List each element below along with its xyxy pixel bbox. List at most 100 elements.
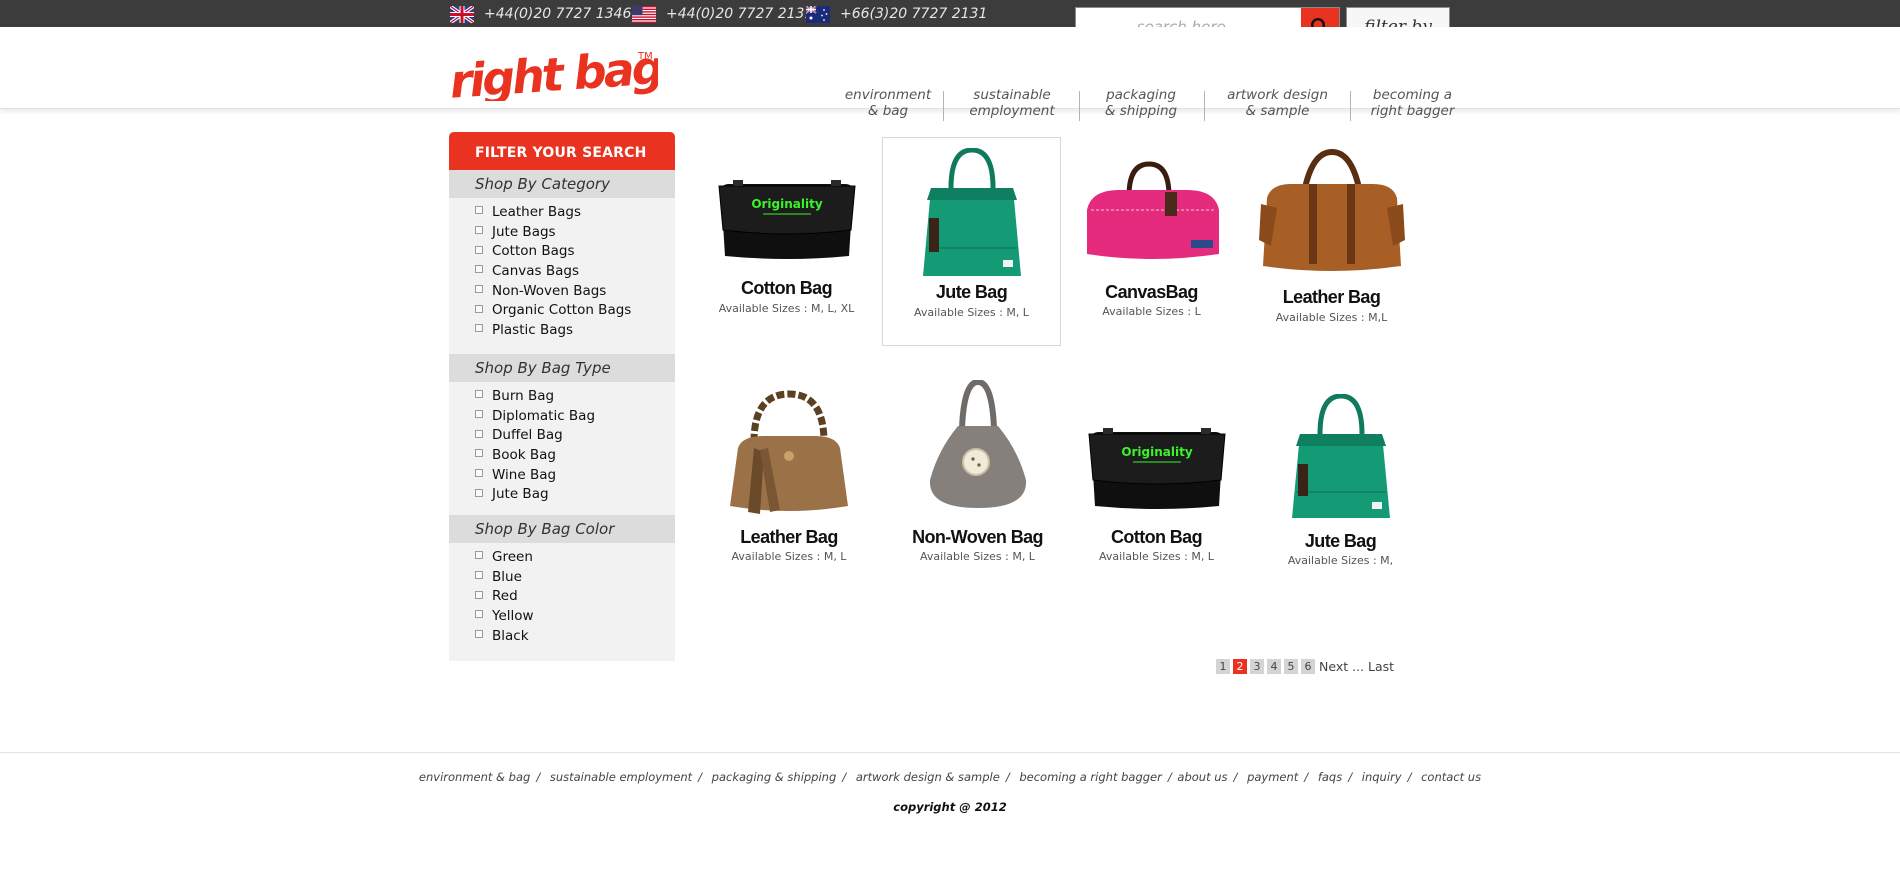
footer-link[interactable]: artwork design & sample — [856, 770, 1000, 784]
nav-artwork[interactable]: artwork design & sample — [1220, 87, 1335, 119]
checkbox[interactable] — [475, 429, 483, 438]
product-card[interactable]: Originality Cotton Bag Available Sizes :… — [1075, 380, 1238, 570]
filter-item[interactable]: Book Bag — [475, 445, 595, 465]
nav-divider — [1079, 91, 1080, 121]
filter-item[interactable]: Red — [475, 586, 534, 606]
product-sizes: Available Sizes : L — [1102, 305, 1201, 318]
product-sizes: Available Sizes : M, L — [1099, 550, 1214, 563]
checkbox[interactable] — [475, 245, 483, 254]
filter-item[interactable]: Canvas Bags — [475, 261, 631, 281]
pagination-ellipsis: ... — [1352, 659, 1365, 674]
phone-number: +44(0)20 7727 1346 — [484, 6, 632, 22]
checkbox[interactable] — [475, 390, 483, 399]
page-link[interactable]: 4 — [1267, 659, 1281, 674]
nav-environment[interactable]: environment & bag — [833, 87, 943, 119]
checkbox[interactable] — [475, 226, 483, 235]
pagination: 1 2 3 4 5 6 Next ... Last — [1216, 659, 1395, 674]
main-nav: environment & bag sustainable employment p… — [0, 57, 1900, 121]
filter-item[interactable]: Black — [475, 626, 534, 646]
product-name: Non-Woven Bag — [912, 527, 1043, 547]
filter-item[interactable]: Organic Cotton Bags — [475, 300, 631, 320]
tote-bag-image — [922, 148, 1021, 276]
filter-item[interactable]: Diplomatic Bag — [475, 406, 595, 426]
phone-number: +66(3)20 7727 2131 — [840, 6, 988, 22]
nav-divider — [1204, 91, 1205, 121]
last-link[interactable]: Last — [1367, 659, 1395, 674]
product-card[interactable]: Leather Bag Available Sizes : M,L — [1250, 140, 1413, 324]
filter-item[interactable]: Blue — [475, 567, 534, 587]
phone-uk: +44(0)20 7727 1346 — [450, 5, 631, 23]
checkbox[interactable] — [475, 206, 483, 215]
nav-becoming[interactable]: becoming a right bagger — [1360, 87, 1465, 119]
phone-au: +66(3)20 7727 2131 — [806, 5, 987, 23]
page-link[interactable]: 5 — [1284, 659, 1298, 674]
checkbox[interactable] — [475, 551, 483, 560]
filter-item[interactable]: Jute Bags — [475, 222, 631, 242]
nav-sustainable[interactable]: sustainable employment — [962, 87, 1062, 119]
product-sizes: Available Sizes : M, L, XL — [718, 302, 855, 315]
footer-link[interactable]: contact us — [1421, 770, 1481, 784]
filter-item[interactable]: Green — [475, 547, 534, 567]
checkbox[interactable] — [475, 449, 483, 458]
footer-link[interactable]: payment — [1247, 770, 1298, 784]
messenger-bag-image: Originality — [717, 180, 856, 259]
filter-item[interactable]: Jute Bag — [475, 484, 595, 504]
page-link[interactable]: 3 — [1250, 659, 1264, 674]
product-card[interactable]: Non-Woven Bag Available Sizes : M, L — [895, 380, 1060, 570]
checkbox[interactable] — [475, 488, 483, 497]
filter-item[interactable]: Non-Woven Bags — [475, 281, 631, 301]
us-flag-icon — [632, 5, 656, 23]
footer-divider — [0, 752, 1900, 753]
footer-nav: environment & bag / sustainable employmen… — [418, 770, 1482, 784]
product-name: Jute Bag — [1304, 531, 1377, 551]
page-link[interactable]: 6 — [1301, 659, 1315, 674]
product-card[interactable]: Jute Bag Available Sizes : M, L — [882, 137, 1061, 346]
filter-item[interactable]: Leather Bags — [475, 202, 631, 222]
filter-item[interactable]: Yellow — [475, 606, 534, 626]
filter-sidebar: FILTER YOUR SEARCH Shop By Category Leat… — [449, 132, 675, 661]
next-link[interactable]: Next — [1318, 659, 1349, 674]
filter-item[interactable]: Duffel Bag — [475, 425, 595, 445]
checkbox[interactable] — [475, 304, 483, 313]
checkbox[interactable] — [475, 469, 483, 478]
bag-print-text: Originality — [751, 197, 823, 211]
product-card[interactable]: Leather Bag Available Sizes : M, L — [705, 380, 873, 570]
felt-bag-image — [929, 380, 1026, 508]
product-sizes: Available Sizes : M, L — [914, 306, 1029, 319]
tote-bag-image — [1291, 394, 1390, 518]
page-link[interactable]: 1 — [1216, 659, 1230, 674]
product-card[interactable]: Originality Cotton Bag Available Sizes :… — [705, 140, 868, 320]
checkbox[interactable] — [475, 630, 483, 639]
footer-link[interactable]: faqs — [1318, 770, 1342, 784]
page-link-current[interactable]: 2 — [1233, 659, 1247, 674]
product-card[interactable]: CanvasBag Available Sizes : L — [1070, 140, 1233, 320]
product-name: Leather Bag — [1282, 287, 1381, 307]
product-name: Cotton Bag — [741, 278, 833, 298]
product-sizes: Available Sizes : M,L — [1275, 311, 1388, 324]
filter-item[interactable]: Plastic Bags — [475, 320, 631, 340]
copyright: copyright @ 2012 — [893, 800, 1007, 814]
footer-link[interactable]: sustainable employment — [550, 770, 692, 784]
footer-link[interactable]: packaging & shipping — [712, 770, 837, 784]
footer-link[interactable]: about us — [1177, 770, 1227, 784]
phone-us: +44(0)20 7727 2131 — [632, 5, 813, 23]
bag-print-text: Originality — [1121, 445, 1193, 459]
checkbox[interactable] — [475, 324, 483, 333]
checkbox[interactable] — [475, 610, 483, 619]
checkbox[interactable] — [475, 285, 483, 294]
checkbox[interactable] — [475, 590, 483, 599]
nav-divider — [1350, 91, 1351, 121]
nav-packaging[interactable]: packaging & shipping — [1096, 87, 1186, 119]
filter-item[interactable]: Wine Bag — [475, 465, 595, 485]
footer-link[interactable]: becoming a right bagger — [1019, 770, 1162, 784]
footer-link[interactable]: inquiry — [1362, 770, 1402, 784]
bag-color-list: Green Blue Red Yellow Black — [475, 547, 534, 645]
checkbox[interactable] — [475, 265, 483, 274]
filter-item[interactable]: Burn Bag — [475, 386, 595, 406]
checkbox[interactable] — [475, 571, 483, 580]
footer-link[interactable]: environment & bag — [419, 770, 530, 784]
product-card[interactable]: Jute Bag Available Sizes : M, — [1258, 380, 1423, 570]
nav-divider — [943, 91, 944, 121]
checkbox[interactable] — [475, 410, 483, 419]
filter-item[interactable]: Cotton Bags — [475, 241, 631, 261]
